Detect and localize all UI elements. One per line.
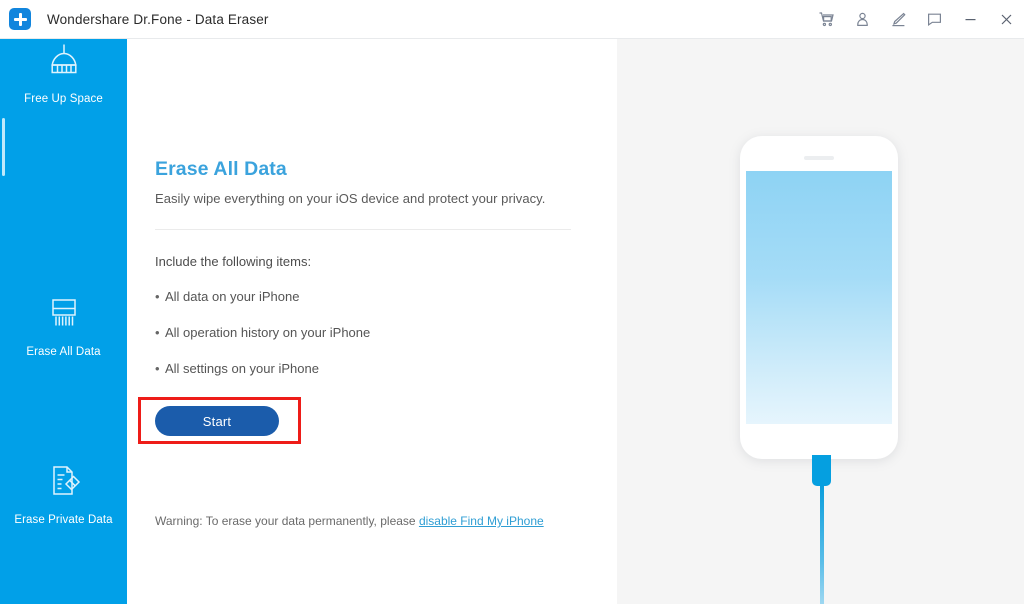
app-window: Wondershare Dr.Fone - Data Eraser Erase … (0, 0, 1024, 604)
sidebar-item-erase-private-data[interactable]: Erase Private Data (0, 460, 127, 526)
include-items-label: Include the following items: (155, 254, 312, 269)
chat-icon[interactable] (916, 0, 952, 39)
sidebar-item-label: Erase Private Data (14, 514, 113, 526)
disable-find-my-iphone-link[interactable]: disable Find My iPhone (419, 514, 544, 528)
warning-message: Warning: To erase your data permanently,… (155, 514, 419, 528)
bullet-dot-icon: • (155, 325, 160, 340)
phone-screen (746, 171, 892, 424)
pen-icon[interactable] (880, 0, 916, 39)
document-eraser-icon (43, 460, 85, 506)
list-item: • All operation history on your iPhone (155, 325, 370, 340)
cable-connector-icon (812, 455, 831, 486)
sidebar-selection-indicator (2, 118, 5, 176)
page-subtitle: Easily wipe everything on your iOS devic… (155, 191, 546, 206)
list-item-label: All operation history on your iPhone (165, 325, 371, 340)
sidebar: Erase All Data Erase Private Data Free U… (0, 39, 127, 604)
shredder-icon (43, 292, 85, 338)
sidebar-item-label: Erase All Data (26, 346, 101, 358)
main-content: Erase All Data Easily wipe everything on… (127, 39, 617, 604)
title-bar: Wondershare Dr.Fone - Data Eraser (0, 0, 1024, 39)
app-logo-plus-icon (9, 8, 31, 30)
sidebar-item-label: Free Up Space (24, 93, 103, 105)
phone-speaker-icon (804, 156, 834, 160)
sidebar-item-free-up-space[interactable]: Free Up Space (0, 39, 127, 105)
warning-text: Warning: To erase your data permanently,… (155, 514, 544, 528)
close-icon[interactable] (988, 0, 1024, 39)
broom-icon (43, 39, 85, 85)
bullet-dot-icon: • (155, 289, 160, 304)
cable-wire (819, 486, 824, 604)
cart-icon[interactable] (808, 0, 844, 39)
device-preview-panel (617, 39, 1024, 604)
page-title: Erase All Data (155, 158, 287, 180)
start-button[interactable]: Start (155, 406, 279, 436)
section-divider (155, 229, 571, 230)
bullet-dot-icon: • (155, 361, 160, 376)
list-item: • All settings on your iPhone (155, 361, 370, 376)
window-title: Wondershare Dr.Fone - Data Eraser (47, 11, 269, 27)
included-items-list: • All data on your iPhone • All operation … (155, 289, 370, 397)
title-bar-actions (808, 0, 1024, 39)
list-item-label: All data on your iPhone (165, 289, 300, 304)
list-item-label: All settings on your iPhone (165, 361, 319, 376)
sidebar-item-erase-all-data[interactable]: Erase All Data (0, 292, 127, 358)
list-item: • All data on your iPhone (155, 289, 370, 304)
account-icon[interactable] (844, 0, 880, 39)
iphone-illustration (740, 136, 898, 459)
minimize-icon[interactable] (952, 0, 988, 39)
